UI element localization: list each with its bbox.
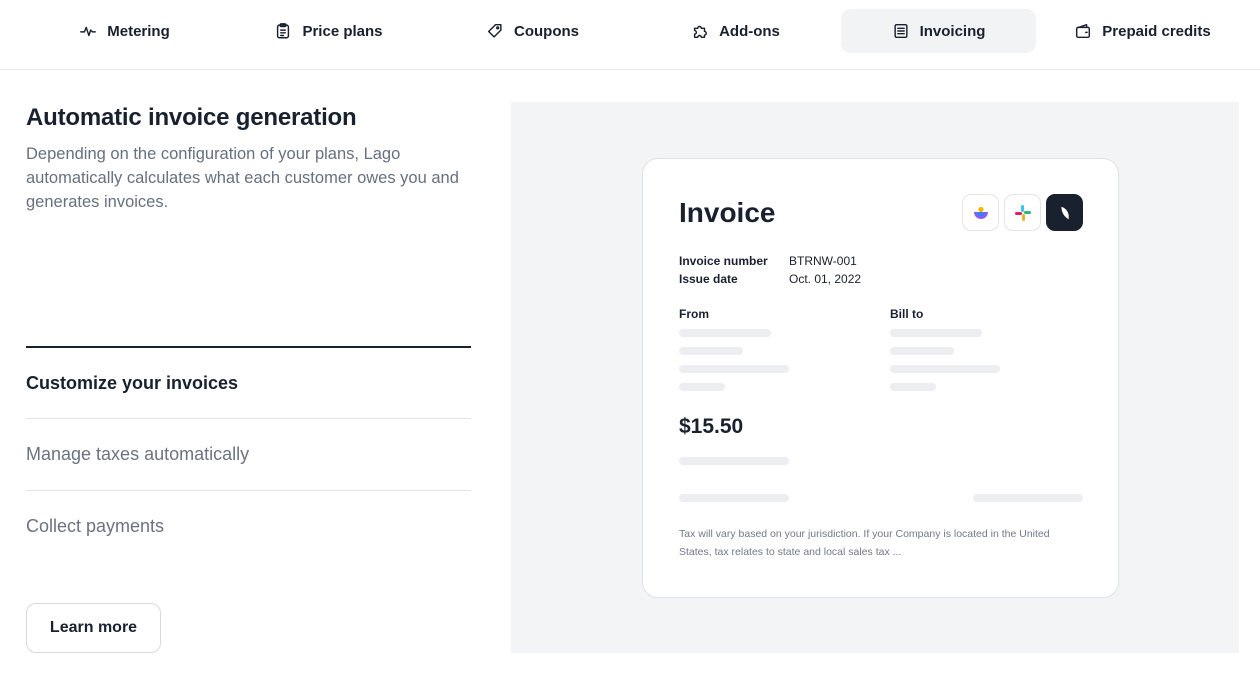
tab-add-ons[interactable]: Add-ons	[638, 9, 833, 53]
tab-label: Price plans	[302, 22, 383, 40]
feature-item-payments[interactable]: Collect payments	[26, 490, 471, 562]
placeholder-bar	[973, 494, 1083, 502]
issue-date-value: Oct. 01, 2022	[789, 272, 862, 286]
invoice-title: Invoice	[679, 197, 776, 228]
clipboard-icon	[277, 23, 290, 39]
tab-price-plans[interactable]: Price plans	[231, 9, 426, 53]
tag-icon	[487, 23, 502, 38]
wallet-icon	[1076, 23, 1091, 39]
slack-logo-icon	[1014, 204, 1031, 221]
section-heading: Automatic invoice generation	[26, 104, 357, 131]
placeholder-bar	[679, 457, 789, 465]
integration-logos	[962, 194, 1083, 231]
placeholder-bar	[679, 494, 789, 502]
invoice-number-value: BTRNW-001	[789, 254, 857, 268]
from-label: From	[679, 307, 709, 321]
integration-logo-dark	[1046, 194, 1083, 231]
tab-prepaid-credits[interactable]: Prepaid credits	[1045, 9, 1240, 53]
invoice-preview-panel: Invoice Invoice number BTRNW-001 Issue d…	[511, 102, 1239, 653]
feature-tabs: Metering Price plans Coupons Add-ons Inv…	[0, 0, 1260, 70]
feature-item-taxes[interactable]: Manage taxes automatically	[26, 418, 471, 490]
issue-date-label: Issue date	[679, 272, 738, 286]
tab-invoicing[interactable]: Invoicing	[841, 9, 1036, 53]
feature-description: Automatic invoice generation Depending o…	[26, 102, 471, 214]
tab-label: Invoicing	[919, 22, 986, 40]
placeholder-bar	[679, 383, 725, 391]
tab-coupons[interactable]: Coupons	[435, 9, 630, 53]
tab-metering[interactable]: Metering	[27, 9, 222, 53]
placeholder-bar	[679, 329, 771, 337]
invoice-amount: $15.50	[679, 415, 744, 438]
integration-logo-slack	[1004, 194, 1041, 231]
puzzle-icon	[693, 25, 708, 39]
integration-logo-sunrise	[962, 194, 999, 231]
document-icon	[894, 23, 908, 39]
tax-note: Tax will vary based on your jurisdiction…	[679, 528, 1050, 558]
learn-more-button[interactable]: Learn more	[26, 603, 161, 653]
section-description: Depending on the configuration of your p…	[26, 145, 459, 211]
placeholder-bar	[890, 365, 1000, 373]
sunrise-logo-icon	[973, 206, 988, 219]
tab-label: Add-ons	[719, 22, 780, 40]
pulse-icon	[80, 26, 97, 37]
placeholder-bar	[890, 383, 936, 391]
feature-item-customize[interactable]: Customize your invoices	[26, 346, 471, 418]
invoice-meta: Invoice number BTRNW-001 Issue date Oct.…	[679, 252, 861, 288]
feature-list: Customize your invoices Manage taxes aut…	[26, 346, 471, 562]
leaf-logo-icon	[1060, 206, 1069, 219]
placeholder-bar	[679, 347, 743, 355]
placeholder-bar	[890, 329, 982, 337]
tab-label: Coupons	[514, 22, 579, 40]
invoice-card: Invoice Invoice number BTRNW-001 Issue d…	[642, 158, 1119, 598]
invoice-number-label: Invoice number	[679, 254, 768, 268]
bill-to-label: Bill to	[890, 307, 924, 321]
tab-label: Metering	[107, 22, 170, 40]
placeholder-bar	[679, 365, 789, 373]
placeholder-bar	[890, 347, 954, 355]
tab-label: Prepaid credits	[1102, 22, 1211, 40]
